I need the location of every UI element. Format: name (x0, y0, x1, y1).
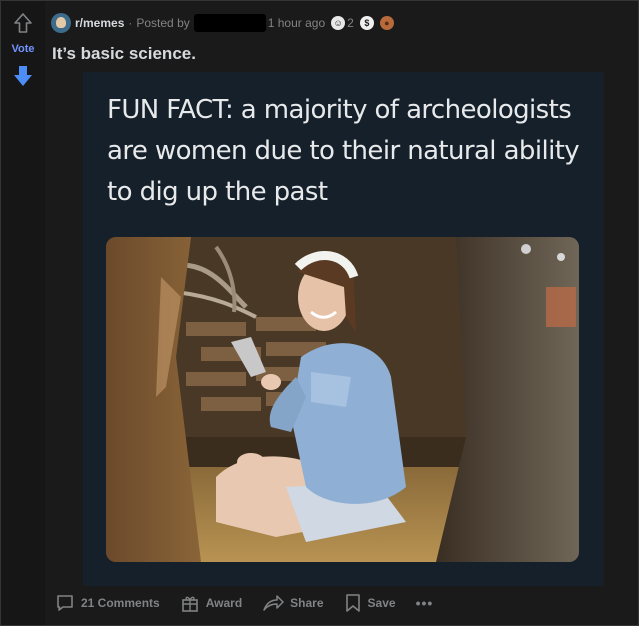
comments-button[interactable]: 21 Comments (55, 593, 160, 613)
separator-dot: · (128, 16, 133, 30)
subreddit-link[interactable]: r/memes (75, 16, 124, 30)
vote-column: Vote (1, 1, 45, 625)
upvote-arrow-icon[interactable] (14, 13, 32, 33)
media-caption: FUN FACT: a majority of archeologists ar… (107, 95, 580, 207)
comment-icon (57, 595, 73, 611)
silver-award-icon[interactable]: $ (359, 16, 374, 30)
post-media[interactable]: FUN FACT: a majority of archeologists ar… (83, 72, 604, 586)
award-count: 2 (347, 16, 354, 30)
post-card[interactable]: Vote r/memes · Posted by 1 hour ago ☺ 2 … (0, 0, 639, 626)
post-time[interactable]: 1 hour ago (268, 16, 325, 30)
post-header: r/memes · Posted by 1 hour ago ☺ 2 $ ● (51, 12, 396, 34)
award-label: Award (205, 596, 243, 610)
post-action-bar: 21 Comments Award Share Save ••• (55, 593, 433, 613)
save-button[interactable]: Save (344, 593, 396, 613)
downvote-arrow-icon[interactable] (13, 65, 33, 87)
bookmark-icon (345, 594, 360, 612)
helpful-award-icon[interactable]: ☺ (331, 16, 346, 30)
share-label: Share (290, 596, 324, 610)
award-button[interactable]: Award (180, 593, 242, 613)
archeologist-photo (106, 237, 579, 562)
subreddit-avatar-icon[interactable] (51, 13, 71, 33)
poop-award-icon[interactable]: ● (379, 16, 394, 30)
post-title[interactable]: It’s basic science. (52, 44, 196, 64)
redacted-username (193, 14, 266, 32)
share-button[interactable]: Share (262, 593, 324, 613)
comments-label: 21 Comments (81, 596, 160, 610)
posted-by-label: Posted by (136, 16, 190, 30)
more-options-icon[interactable]: ••• (416, 595, 434, 611)
vote-label: Vote (11, 43, 35, 55)
share-arrow-icon (263, 595, 284, 611)
save-label: Save (367, 596, 396, 610)
gift-icon (181, 596, 198, 612)
